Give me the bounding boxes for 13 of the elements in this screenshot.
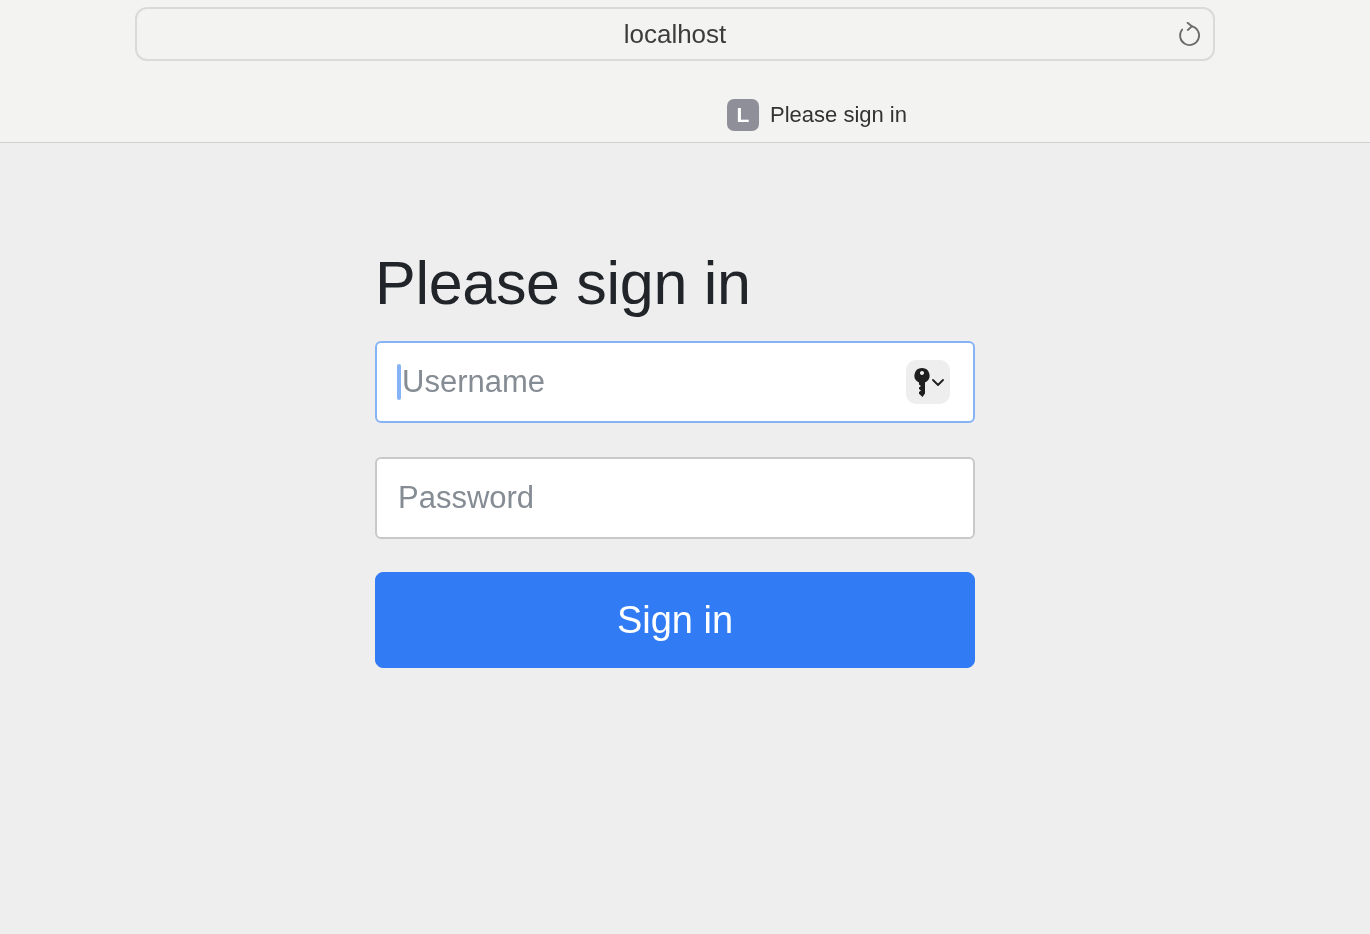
reload-icon[interactable] [1177,22,1201,48]
autofill-button[interactable] [906,360,950,405]
text-input-field[interactable]: Password [375,457,975,540]
sign-in-button[interactable]: Sign in [375,572,975,669]
site-favicon: L [727,99,759,131]
key-icon [914,367,930,397]
address-bar[interactable]: localhost [135,7,1215,61]
tab-title[interactable]: Please sign in [770,104,907,126]
address-text: localhost [623,21,727,47]
chevron-down-icon [932,378,944,386]
text-cursor [397,364,401,401]
page-heading: Please sign in [375,248,752,319]
text-input-field[interactable]: Username [375,341,975,424]
